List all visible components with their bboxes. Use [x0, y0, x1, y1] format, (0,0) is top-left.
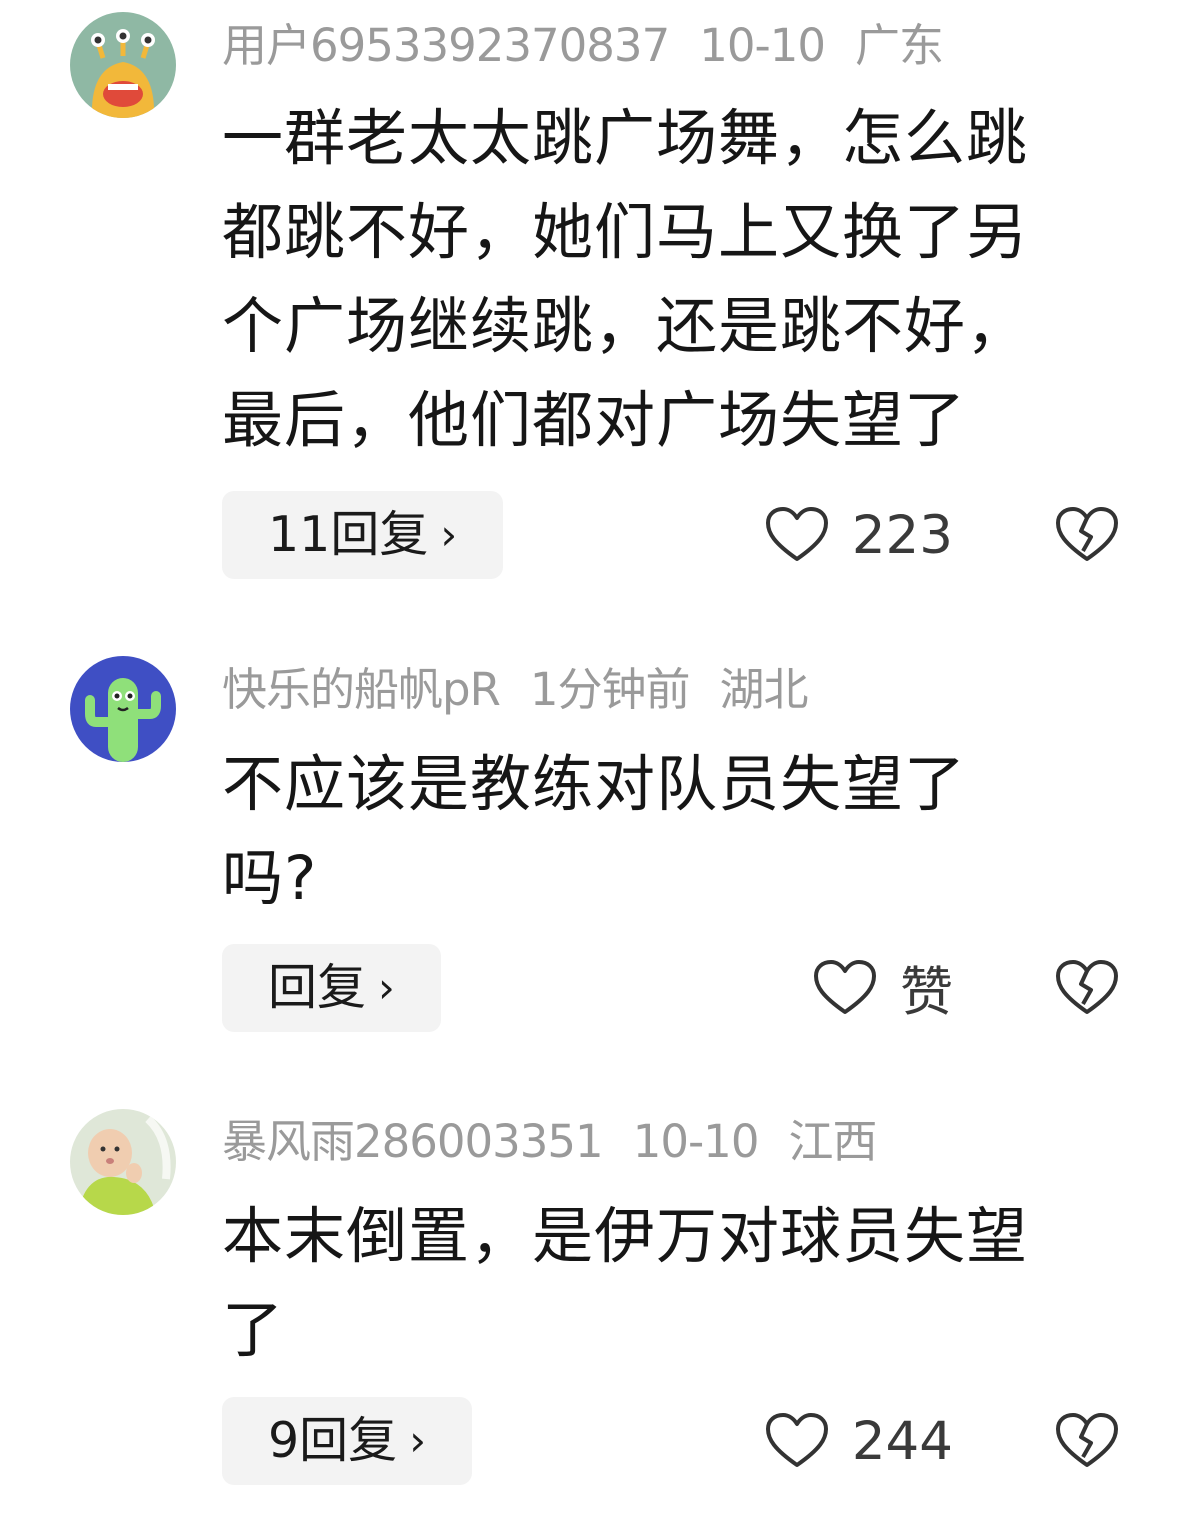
comment-item: 快乐的船帆pR 1分钟前 湖北 不应该是教练对队员失望了 吗? 回复 › 赞 — [0, 600, 1199, 1050]
reply-label: 11回复 — [268, 506, 429, 563]
comment-text: 一群老太太跳广场舞，怎么跳 都跳不好，她们马上又换了另 个广场继续跳，还是跳不好… — [222, 92, 1152, 468]
alien-monster-icon — [70, 12, 176, 118]
heart-outline-icon — [814, 960, 876, 1014]
comment-meta: 暴风雨286003351 10-10 江西 — [222, 1112, 906, 1172]
reply-button[interactable]: 回复 › — [222, 944, 441, 1032]
like-button[interactable]: 赞 — [812, 944, 953, 1032]
baby-photo-icon — [70, 1109, 176, 1215]
like-count: 244 — [851, 1410, 953, 1472]
broken-heart-icon[interactable] — [1054, 505, 1120, 565]
broken-heart-icon[interactable] — [1054, 1411, 1120, 1471]
reply-button[interactable]: 11回复 › — [222, 491, 504, 579]
comment-date: 1分钟前 — [529, 663, 691, 716]
like-count: 223 — [851, 504, 953, 566]
username[interactable]: 暴风雨286003351 — [222, 1115, 604, 1168]
comment-location: 湖北 — [719, 663, 808, 716]
cactus-icon — [70, 656, 176, 762]
comment-location: 广东 — [854, 19, 944, 72]
avatar[interactable] — [70, 656, 176, 762]
chevron-right-icon: › — [409, 1416, 426, 1465]
username[interactable]: 用户6953392370837 — [222, 19, 670, 72]
reply-button[interactable]: 9回复 › — [222, 1397, 472, 1485]
comment-line: 吗? — [222, 843, 318, 914]
comment-line: 不应该是教练对队员失望了 — [222, 749, 967, 820]
comment-text: 不应该是教练对队员失望了 吗? — [222, 738, 1152, 926]
comment-text: 本末倒置，是伊万对球员失望 了 — [222, 1190, 1152, 1378]
comment-line: 都跳不好，她们马上又换了另 — [222, 197, 1029, 268]
comment-item: 用户6953392370837 10-10 广东 一群老太太跳广场舞，怎么跳 都跳不… — [0, 0, 1199, 600]
avatar[interactable] — [70, 12, 176, 118]
avatar[interactable] — [70, 1109, 176, 1215]
like-button[interactable]: 244 — [764, 1397, 953, 1485]
comment-line: 本末倒置，是伊万对球员失望 — [222, 1201, 1029, 1272]
heart-outline-icon — [765, 507, 828, 561]
username[interactable]: 快乐的船帆pR — [222, 663, 501, 716]
comment-line: 最后，他们都对广场失望了 — [222, 385, 967, 456]
chevron-right-icon: › — [378, 963, 395, 1012]
comment-meta: 用户6953392370837 10-10 广东 — [222, 16, 973, 76]
comment-meta: 快乐的船帆pR 1分钟前 湖北 — [222, 660, 838, 720]
reply-label: 9回复 — [268, 1412, 398, 1469]
like-button[interactable]: 223 — [764, 491, 953, 579]
comment-line: 一群老太太跳广场舞，怎么跳 — [222, 103, 1029, 174]
heart-outline-icon — [765, 1413, 828, 1467]
comment-line: 个广场继续跳，还是跳不好， — [222, 291, 1029, 362]
broken-heart-icon[interactable] — [1054, 958, 1120, 1018]
comment-date: 10-10 — [632, 1115, 760, 1168]
comment-location: 江西 — [788, 1115, 877, 1168]
comment-line: 了 — [222, 1295, 285, 1366]
like-count: 赞 — [900, 962, 953, 1023]
chevron-right-icon: › — [440, 510, 458, 559]
comment-item: 暴风雨286003351 10-10 江西 本末倒置，是伊万对球员失望 了 9回复 ›… — [0, 1050, 1199, 1517]
reply-label: 回复 — [268, 959, 367, 1016]
comment-date: 10-10 — [699, 19, 826, 72]
